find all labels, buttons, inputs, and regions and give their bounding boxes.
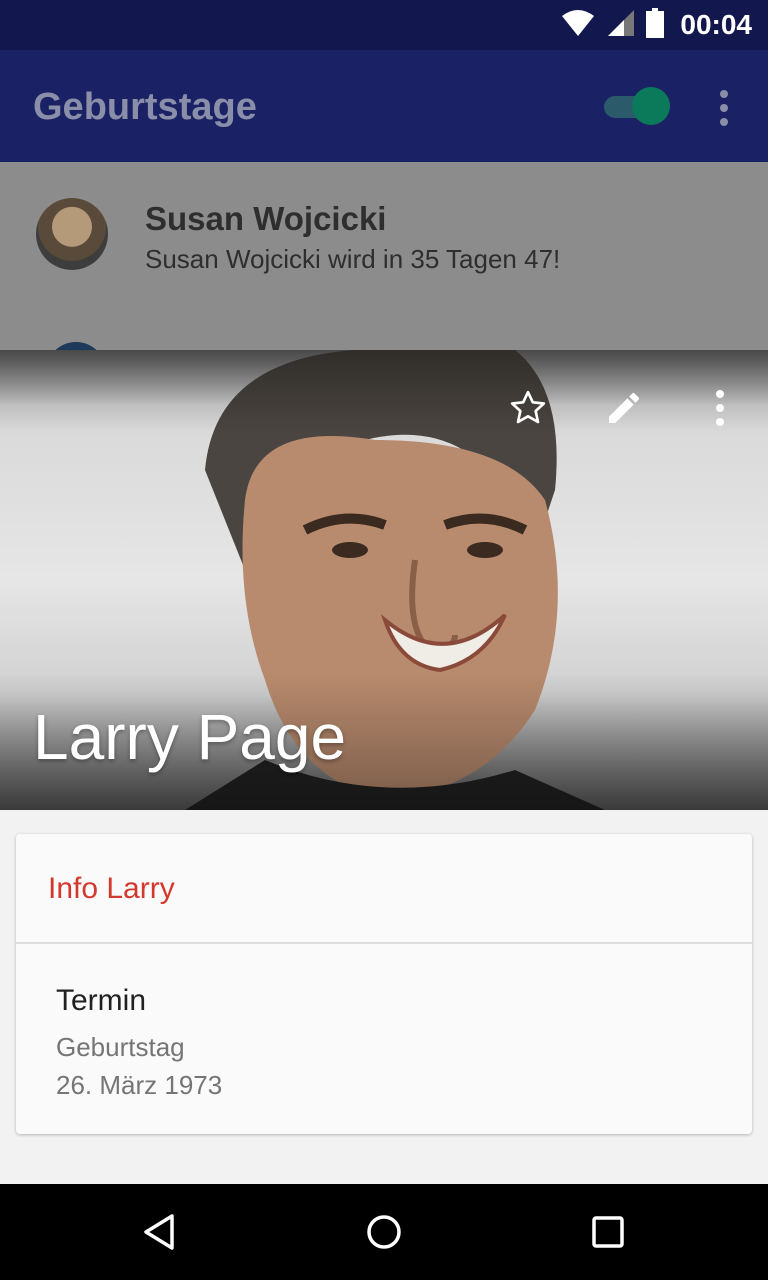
- info-card: Info Larry Termin Geburtstag 26. März 19…: [16, 834, 752, 1134]
- event-type: Geburtstag: [56, 1032, 185, 1062]
- birthday-list: Susan Wojcicki Susan Wojcicki wird in 35…: [0, 162, 768, 402]
- navigation-bar: [0, 1184, 768, 1280]
- card-title: Info Larry: [48, 872, 175, 905]
- app-bar: Geburtstage: [0, 50, 768, 162]
- event-date: 26. März 1973: [56, 1070, 223, 1100]
- card-header: Info Larry: [16, 834, 752, 944]
- status-time: 00:04: [680, 9, 752, 40]
- app-title: Geburtstage: [33, 86, 257, 128]
- back-icon[interactable]: [128, 1204, 192, 1260]
- overflow-menu-icon[interactable]: [710, 88, 738, 128]
- list-item-name: Susan Wojcicki: [145, 200, 387, 237]
- avatar: [36, 198, 108, 270]
- cell-signal-icon: [606, 8, 636, 43]
- toggle-switch[interactable]: [600, 86, 672, 126]
- list-item-subtitle: Susan Wojcicki wird in 35 Tagen 47!: [145, 244, 561, 274]
- edit-icon[interactable]: [576, 380, 672, 436]
- recents-icon[interactable]: [576, 1204, 640, 1260]
- event-label: Termin: [56, 984, 147, 1017]
- home-icon[interactable]: [352, 1204, 416, 1260]
- wifi-icon: [560, 8, 596, 43]
- contact-name: Larry Page: [33, 701, 347, 773]
- more-vert-icon[interactable]: [672, 380, 768, 436]
- battery-icon: [646, 7, 665, 43]
- hero-actions: [480, 380, 768, 436]
- status-bar: 00:04: [0, 0, 768, 50]
- contact-photo: Larry Page: [0, 350, 768, 810]
- star-icon[interactable]: [480, 380, 576, 436]
